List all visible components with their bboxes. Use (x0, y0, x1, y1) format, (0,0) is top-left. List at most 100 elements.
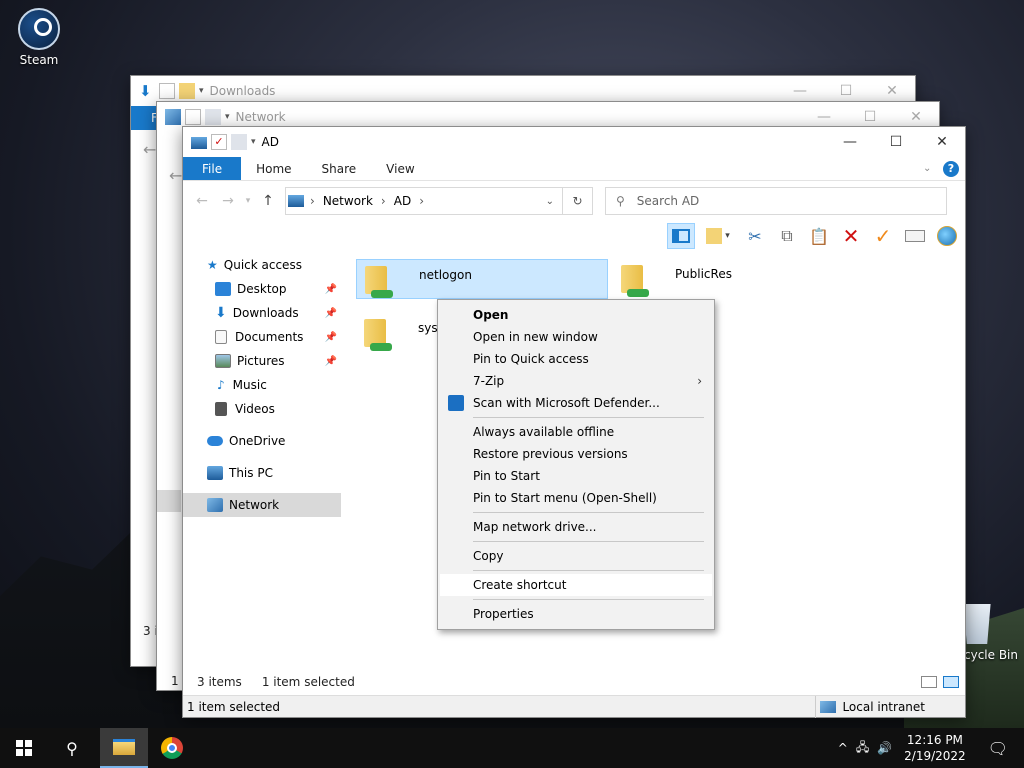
nav-network[interactable]: Network (183, 493, 341, 517)
network-nav-selected (157, 490, 181, 512)
system-tray: ^ 🖧 🔊 12:16 PM 2/19/2022 🗨 (834, 728, 1024, 768)
menu-open-new-window[interactable]: Open in new window (440, 326, 712, 348)
menu-map-network-drive[interactable]: Map network drive... (440, 516, 712, 538)
tab-share[interactable]: Share (307, 157, 372, 180)
new-folder-icon[interactable] (205, 109, 221, 125)
file-item-publicres[interactable]: PublicRes (613, 259, 865, 299)
tab-file[interactable]: File (183, 157, 242, 180)
pin-icon: 📌 (324, 307, 337, 319)
copy-icon[interactable]: ⧉ (773, 223, 801, 249)
steam-icon (18, 8, 60, 50)
help-button[interactable]: ? (943, 157, 965, 180)
nav-label: Music (232, 378, 267, 392)
menu-pin-start[interactable]: Pin to Start (440, 465, 712, 487)
show-hidden-icons-icon[interactable]: ^ (834, 741, 852, 755)
globe-icon[interactable] (933, 223, 961, 249)
nav-desktop[interactable]: Desktop 📌 (183, 277, 341, 301)
menu-separator (473, 541, 704, 542)
menu-create-shortcut[interactable]: Create shortcut (440, 574, 712, 596)
menu-properties[interactable]: Properties (440, 603, 712, 625)
paste-icon[interactable]: 📋 (805, 223, 833, 249)
nav-downloads[interactable]: ⬇ Downloads 📌 (183, 301, 341, 325)
item-count: 3 items (197, 675, 242, 689)
desktop-steam-shortcut[interactable]: Steam (8, 8, 70, 67)
qat-dropdown-icon[interactable]: ▾ (251, 137, 256, 147)
nav-pictures[interactable]: Pictures 📌 (183, 349, 341, 373)
view-options-icon[interactable]: ▾ (699, 223, 737, 249)
tab-home[interactable]: Home (241, 157, 306, 180)
clock[interactable]: 12:16 PM 2/19/2022 (896, 732, 974, 764)
breadcrumb-ad[interactable]: AD (394, 194, 411, 208)
menu-restore-versions[interactable]: Restore previous versions (440, 443, 712, 465)
tab-view[interactable]: View (371, 157, 429, 180)
forward-button[interactable]: → (215, 193, 241, 209)
desktop-recycle-bin[interactable]: cycle Bin (958, 604, 1024, 662)
menu-copy[interactable]: Copy (440, 545, 712, 567)
delete-icon[interactable]: ✕ (837, 223, 865, 249)
properties-icon[interactable] (185, 109, 201, 125)
file-item-netlogon[interactable]: netlogon (356, 259, 608, 299)
back-arrow-icon[interactable]: ← (169, 166, 182, 185)
nav-quick-access[interactable]: ★ Quick access (183, 253, 341, 277)
address-bar[interactable]: › Network › AD › ⌄ (285, 187, 563, 215)
navigation-pane-icon[interactable] (667, 223, 695, 249)
properties-icon[interactable]: ✓ (211, 134, 227, 150)
notifications-icon[interactable]: 🗨 (974, 739, 1024, 758)
nav-label: OneDrive (229, 434, 286, 448)
ribbon-tabs: File Home Share View ⌄ ? (183, 157, 965, 181)
menu-pin-start-openshell[interactable]: Pin to Start menu (Open-Shell) (440, 487, 712, 509)
back-button[interactable]: ← (189, 193, 215, 209)
start-button[interactable] (0, 728, 48, 768)
address-dropdown-icon[interactable]: ⌄ (546, 196, 554, 207)
qat-dropdown-icon[interactable]: ▾ (225, 112, 230, 122)
nav-this-pc[interactable]: This PC (183, 461, 341, 485)
breadcrumb-separator-icon[interactable]: › (310, 194, 315, 208)
network-location-icon (288, 195, 304, 207)
music-icon: ♪ (217, 378, 225, 392)
cut-icon[interactable]: ✂ (741, 223, 769, 249)
breadcrumb-separator-icon[interactable]: › (381, 194, 386, 208)
menu-7zip[interactable]: 7-Zip › (440, 370, 712, 392)
file-explorer-taskbar-button[interactable] (100, 728, 148, 768)
shared-folder-icon (363, 262, 395, 298)
network-status-icon[interactable]: 🖧 (852, 738, 873, 759)
ribbon-expand-icon[interactable]: ⌄ (923, 157, 943, 180)
nav-documents[interactable]: Documents 📌 (183, 325, 341, 349)
menu-separator (473, 599, 704, 600)
checkmark-icon[interactable]: ✓ (869, 223, 897, 249)
breadcrumb-separator-icon[interactable]: › (419, 194, 424, 208)
menu-always-offline[interactable]: Always available offline (440, 421, 712, 443)
ad-titlebar[interactable]: ✓ ▾ AD — ☐ ✕ (183, 127, 965, 157)
volume-icon[interactable]: 🔊 (873, 741, 896, 755)
nav-videos[interactable]: Videos (183, 397, 341, 421)
pin-icon: 📌 (324, 331, 337, 343)
refresh-button[interactable]: ↻ (563, 187, 593, 215)
nav-onedrive[interactable]: OneDrive (183, 429, 341, 453)
download-arrow-icon: ⬇ (215, 305, 227, 321)
recent-locations-icon[interactable]: ▾ (241, 196, 255, 206)
menu-pin-quick-access[interactable]: Pin to Quick access (440, 348, 712, 370)
back-arrow-icon[interactable]: ← (143, 140, 156, 159)
large-icons-view-icon[interactable] (943, 676, 959, 688)
rename-icon[interactable] (901, 223, 929, 249)
menu-open[interactable]: Open (440, 304, 712, 326)
new-folder-icon[interactable] (179, 83, 195, 99)
breadcrumb-network[interactable]: Network (323, 194, 373, 208)
chrome-taskbar-button[interactable] (148, 728, 196, 768)
maximize-button[interactable]: ☐ (873, 127, 919, 157)
chrome-icon (161, 737, 183, 759)
search-button[interactable]: ⚲ (48, 728, 96, 768)
nav-music[interactable]: ♪ Music (183, 373, 341, 397)
close-button[interactable]: ✕ (919, 127, 965, 157)
search-box[interactable]: ⚲ Search AD (605, 187, 947, 215)
selection-count: 1 item selected (261, 675, 355, 689)
new-folder-icon[interactable] (231, 134, 247, 150)
details-view-icon[interactable] (921, 676, 937, 688)
zone-label: Local intranet (842, 699, 925, 714)
qat-dropdown-icon[interactable]: ▾ (199, 86, 204, 96)
minimize-button[interactable]: — (827, 127, 873, 157)
downloads-file-tab[interactable]: F (131, 106, 159, 130)
menu-defender-scan[interactable]: Scan with Microsoft Defender... (440, 392, 712, 414)
up-button[interactable]: ↑ (255, 193, 281, 209)
properties-icon[interactable] (159, 83, 175, 99)
